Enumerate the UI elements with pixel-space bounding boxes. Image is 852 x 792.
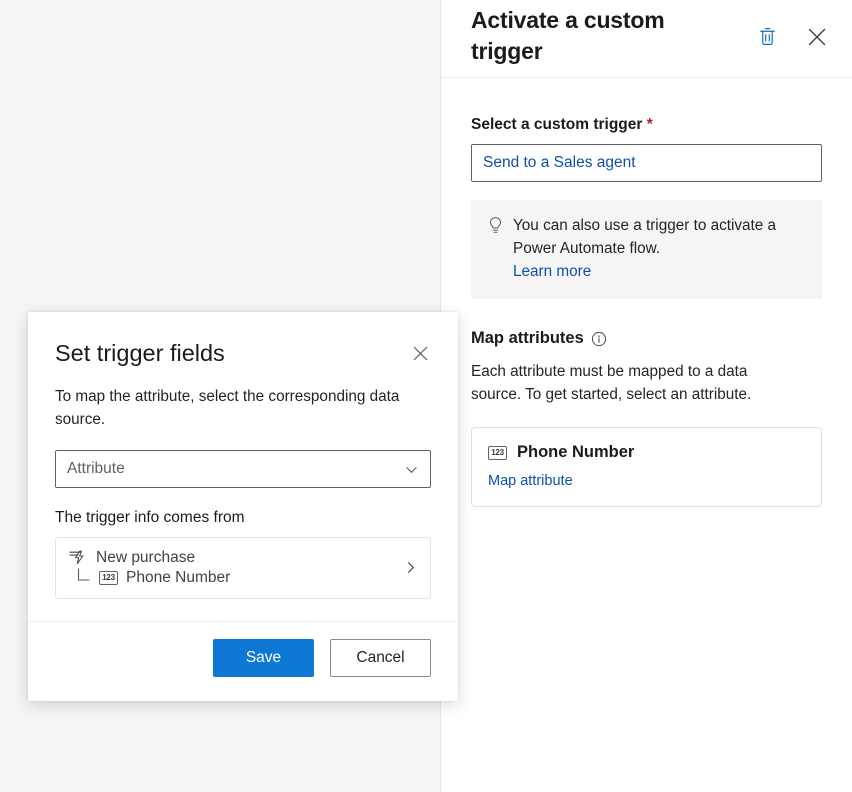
number-123-icon-label: 123 bbox=[102, 574, 114, 582]
map-attribute-link[interactable]: Map attribute bbox=[488, 473, 573, 489]
panel-body: Select a custom trigger * Send to a Sale… bbox=[441, 115, 852, 507]
trigger-field-label-text: Select a custom trigger bbox=[471, 116, 642, 133]
trigger-source-label: The trigger info comes from bbox=[55, 509, 431, 527]
info-callout: You can also use a trigger to activate a… bbox=[471, 200, 822, 299]
cancel-button[interactable]: Cancel bbox=[330, 639, 431, 677]
dialog-header: Set trigger fields bbox=[55, 338, 431, 368]
lightbulb-icon bbox=[487, 214, 513, 283]
save-button[interactable]: Save bbox=[213, 639, 314, 677]
custom-trigger-select[interactable]: Send to a Sales agent bbox=[471, 144, 822, 182]
trigger-source-item[interactable]: New purchase 123 Phone Number bbox=[55, 537, 431, 599]
dialog-body: Set trigger fields To map the attribute,… bbox=[28, 312, 458, 621]
dialog-close-button[interactable] bbox=[405, 340, 435, 370]
trigger-source-field-row: 123 Phone Number bbox=[68, 569, 403, 587]
trigger-flow-icon bbox=[68, 549, 87, 567]
panel-header: Activate a custom trigger bbox=[441, 0, 852, 78]
attribute-card-title-text: Phone Number bbox=[517, 443, 634, 462]
trigger-source-inner: New purchase 123 Phone Number bbox=[68, 549, 403, 587]
chevron-down-icon bbox=[404, 462, 419, 477]
number-123-icon: 123 bbox=[488, 446, 507, 460]
learn-more-link[interactable]: Learn more bbox=[513, 260, 591, 283]
trigger-source-field-name: Phone Number bbox=[126, 569, 230, 587]
set-trigger-fields-dialog: Set trigger fields To map the attribute,… bbox=[28, 312, 458, 701]
map-attributes-heading-text: Map attributes bbox=[471, 329, 584, 348]
info-callout-text: You can also use a trigger to activate a… bbox=[513, 214, 806, 283]
chevron-right-icon bbox=[403, 560, 418, 575]
trigger-source-flow-row: New purchase bbox=[68, 549, 403, 567]
map-attributes-description: Each attribute must be mapped to a data … bbox=[471, 360, 801, 406]
delete-trigger-button[interactable] bbox=[751, 22, 783, 54]
trigger-field-label: Select a custom trigger * bbox=[471, 115, 822, 135]
dialog-title: Set trigger fields bbox=[55, 338, 225, 368]
dialog-description: To map the attribute, select the corresp… bbox=[55, 385, 431, 431]
number-123-icon-label: 123 bbox=[491, 449, 503, 457]
map-attributes-heading: Map attributes bbox=[471, 329, 822, 348]
close-icon bbox=[805, 25, 829, 52]
required-marker: * bbox=[647, 116, 653, 133]
page-title: Activate a custom trigger bbox=[471, 5, 716, 67]
attribute-dropdown-value: Attribute bbox=[67, 460, 125, 478]
close-icon bbox=[411, 344, 430, 366]
trash-icon bbox=[757, 26, 778, 50]
number-123-icon: 123 bbox=[99, 571, 118, 585]
attribute-dropdown[interactable]: Attribute bbox=[55, 450, 431, 488]
close-panel-button[interactable] bbox=[801, 22, 833, 54]
custom-trigger-panel: Activate a custom trigger Select a custo… bbox=[440, 0, 852, 792]
attribute-card-phone-number[interactable]: 123 Phone Number Map attribute bbox=[471, 427, 822, 507]
info-circle-icon[interactable] bbox=[591, 331, 607, 347]
attribute-card-title: 123 Phone Number bbox=[488, 443, 805, 462]
custom-trigger-select-value: Send to a Sales agent bbox=[483, 154, 636, 172]
dialog-footer: Save Cancel bbox=[28, 621, 458, 701]
tree-elbow-connector bbox=[76, 568, 91, 584]
info-callout-message: You can also use a trigger to activate a… bbox=[513, 217, 776, 257]
trigger-source-flow-name: New purchase bbox=[96, 549, 195, 567]
